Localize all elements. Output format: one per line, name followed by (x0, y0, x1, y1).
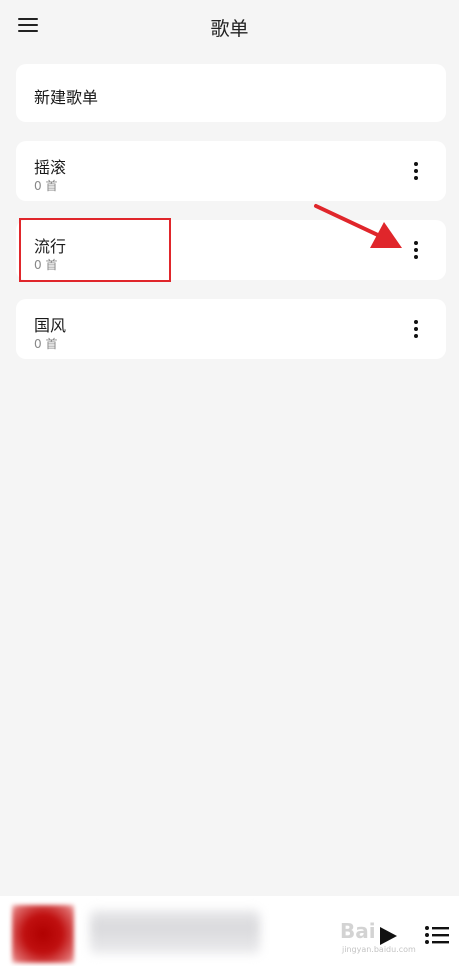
playlist-item-guofeng[interactable]: 国风 0 首 (16, 299, 446, 359)
more-vertical-icon[interactable] (408, 237, 424, 263)
page-title: 歌单 (210, 18, 249, 40)
red-arrow-icon (314, 204, 402, 248)
play-icon[interactable] (377, 925, 399, 947)
new-playlist-button[interactable]: 新建歌单 (16, 64, 446, 122)
watermark-text: Bai (340, 919, 376, 943)
more-vertical-icon[interactable] (408, 158, 424, 184)
more-vertical-icon[interactable] (408, 316, 424, 342)
new-playlist-label: 新建歌单 (34, 88, 99, 107)
album-cover[interactable] (12, 905, 74, 963)
playlist-count: 0 首 (34, 179, 58, 193)
playlist-item-rock[interactable]: 摇滚 0 首 (16, 141, 446, 201)
playlist-name: 摇滚 (34, 158, 67, 177)
app-header: 歌单 (0, 0, 459, 50)
highlight-box (19, 218, 171, 282)
playlist-name: 国风 (34, 316, 67, 335)
song-info-blurred (90, 910, 260, 954)
playlist-count: 0 首 (34, 337, 58, 351)
playlist-queue-icon[interactable] (424, 922, 450, 948)
